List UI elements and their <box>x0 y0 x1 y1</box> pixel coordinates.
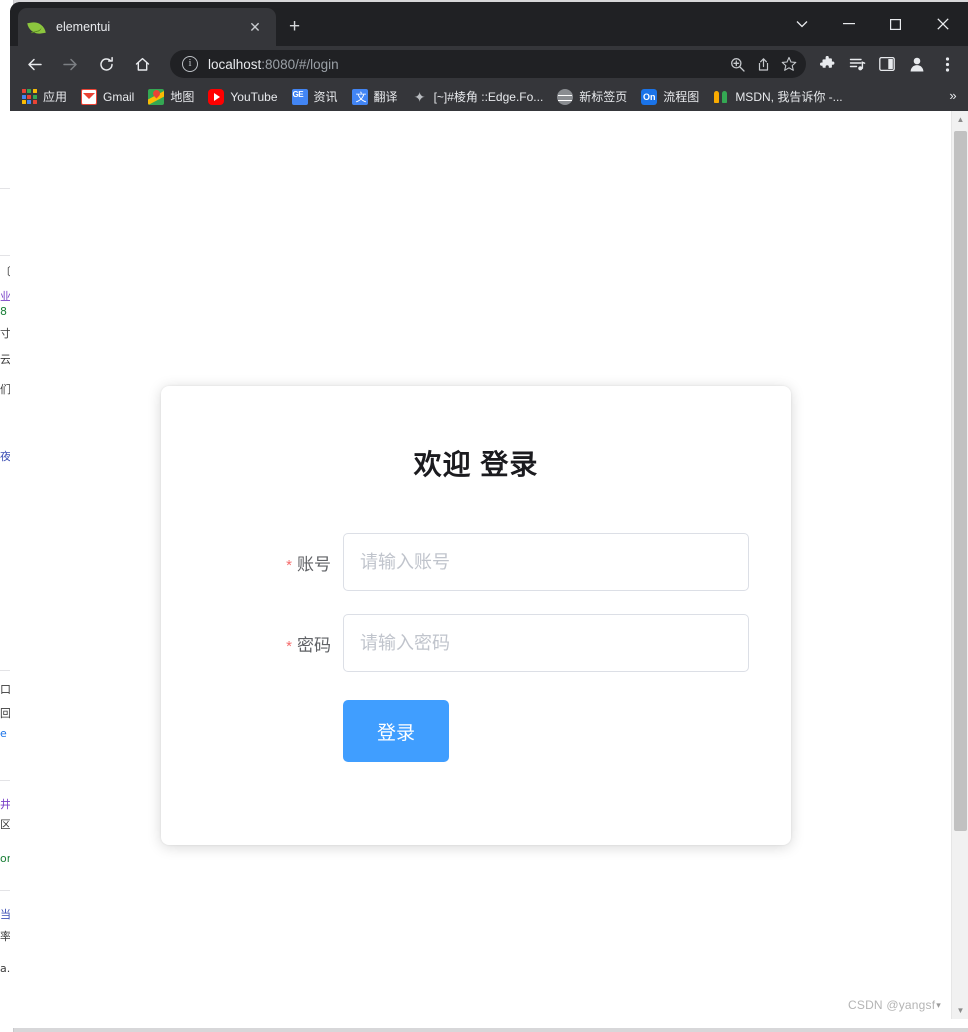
required-asterisk: * <box>286 637 292 655</box>
maximize-icon[interactable] <box>872 4 919 44</box>
scrollbar-down-arrow-icon[interactable]: ▼ <box>952 1002 968 1019</box>
address-bar-url: localhost:8080/#/login <box>208 57 724 72</box>
people-icon <box>713 89 729 105</box>
apps-grid-icon <box>21 89 37 105</box>
url-host: localhost <box>208 56 262 72</box>
bookmark-label: 地图 <box>170 90 195 104</box>
password-input[interactable] <box>343 614 749 672</box>
browser-tab-elementui[interactable]: elementui ✕ <box>18 8 276 46</box>
password-label: * 密码 <box>161 631 343 656</box>
account-label: * 账号 <box>161 550 343 575</box>
bookmarks-bar: 应用 Gmail 地图 YouTube 资讯 翻译 ✦ [~]#棱角 ::Edg… <box>10 82 968 111</box>
back-button-icon[interactable] <box>20 50 48 78</box>
bookmark-flowchart[interactable]: On 流程图 <box>634 85 706 109</box>
reload-button-icon[interactable] <box>92 50 120 78</box>
tab-close-icon[interactable]: ✕ <box>244 16 266 38</box>
bookmark-label: 应用 <box>43 90 68 104</box>
extensions-puzzle-icon[interactable] <box>812 49 842 79</box>
scrollbar-thumb[interactable] <box>954 131 967 831</box>
youtube-icon <box>208 88 225 105</box>
bookmark-lengjiao[interactable]: ✦ [~]#棱角 ::Edge.Fo... <box>405 85 551 109</box>
maps-icon <box>148 88 165 105</box>
web-page: 欢迎 登录 * 账号 * 密码 登录 <box>10 111 951 1019</box>
login-card: 欢迎 登录 * 账号 * 密码 登录 <box>161 386 791 845</box>
bookmark-translate[interactable]: 翻译 <box>345 85 405 109</box>
bookmark-label: [~]#棱角 ::Edge.Fo... <box>433 90 544 104</box>
bookmark-youtube[interactable]: YouTube <box>201 85 284 109</box>
status-bar <box>10 1019 968 1028</box>
bookmark-label: YouTube <box>230 89 278 104</box>
bookmark-star-icon[interactable] <box>776 51 802 77</box>
news-icon <box>291 88 308 105</box>
minimize-icon[interactable] <box>825 4 872 44</box>
form-row-submit: 登录 <box>161 700 791 762</box>
tab-title: elementui <box>56 20 111 34</box>
bookmark-gmail[interactable]: Gmail <box>74 85 141 109</box>
bookmark-label: 翻译 <box>373 90 398 104</box>
bookmark-newtab[interactable]: 新标签页 <box>550 85 634 109</box>
chrome-menu-icon[interactable] <box>932 49 962 79</box>
forward-button-icon[interactable] <box>56 50 84 78</box>
watermark-text: CSDN @yangsf <box>848 998 936 1012</box>
account-label-text: 账号 <box>297 554 331 574</box>
watermark-caret-icon: ▾ <box>936 1000 941 1010</box>
bookmark-label: MSDN, 我告诉你 -... <box>735 90 843 104</box>
scrollbar-up-arrow-icon[interactable]: ▲ <box>952 111 968 128</box>
browser-toolbar: i localhost:8080/#/login <box>10 46 968 82</box>
toolbar-right-icons <box>812 49 962 79</box>
url-path: :8080/#/login <box>261 56 339 72</box>
bookmark-news[interactable]: 资讯 <box>285 85 345 109</box>
account-input[interactable] <box>343 533 749 591</box>
new-tab-button[interactable]: + <box>282 15 307 40</box>
bookmark-msdn[interactable]: MSDN, 我告诉你 -... <box>706 85 849 109</box>
tab-strip: elementui ✕ + <box>10 2 968 46</box>
form-row-account: * 账号 <box>161 533 791 591</box>
translate-icon <box>351 88 368 105</box>
bookmark-apps[interactable]: 应用 <box>14 85 74 109</box>
bookmark-label: 流程图 <box>663 90 700 104</box>
address-bar[interactable]: i localhost:8080/#/login <box>170 50 806 78</box>
on-icon: On <box>641 88 658 105</box>
gmail-icon <box>81 88 98 105</box>
zoom-icon[interactable] <box>724 51 750 77</box>
login-button[interactable]: 登录 <box>343 700 449 762</box>
leaf-favicon-icon <box>27 19 46 36</box>
globe-icon <box>557 88 574 105</box>
page-title: 欢迎 登录 <box>413 449 539 480</box>
browser-window: elementui ✕ + i localhost:8080/#/login 应… <box>10 2 968 1028</box>
bookmark-maps[interactable]: 地图 <box>141 85 201 109</box>
bookmark-label: Gmail <box>103 89 135 104</box>
page-scrollbar[interactable]: ▲ ▼ <box>951 111 968 1019</box>
required-asterisk: * <box>286 556 292 574</box>
profile-avatar-icon[interactable] <box>902 49 932 79</box>
site-info-icon[interactable]: i <box>182 56 198 72</box>
csdn-watermark: CSDN @yangsf ▾ <box>848 998 941 1012</box>
share-icon[interactable] <box>750 51 776 77</box>
side-panel-icon[interactable] <box>872 49 902 79</box>
media-playlist-icon[interactable] <box>842 49 872 79</box>
bookmarks-overflow-button[interactable]: » <box>942 85 964 107</box>
page-viewport: 欢迎 登录 * 账号 * 密码 登录 <box>10 111 968 1019</box>
form-row-password: * 密码 <box>161 614 791 672</box>
submit-spacer <box>161 700 343 762</box>
window-controls <box>778 4 966 44</box>
bookmark-label: 新标签页 <box>579 90 628 104</box>
tab-search-icon[interactable] <box>778 4 825 44</box>
close-icon[interactable] <box>919 4 966 44</box>
password-label-text: 密码 <box>297 635 331 655</box>
bookmark-label: 资讯 <box>313 90 338 104</box>
star-icon: ✦ <box>413 88 426 105</box>
home-button-icon[interactable] <box>128 50 156 78</box>
